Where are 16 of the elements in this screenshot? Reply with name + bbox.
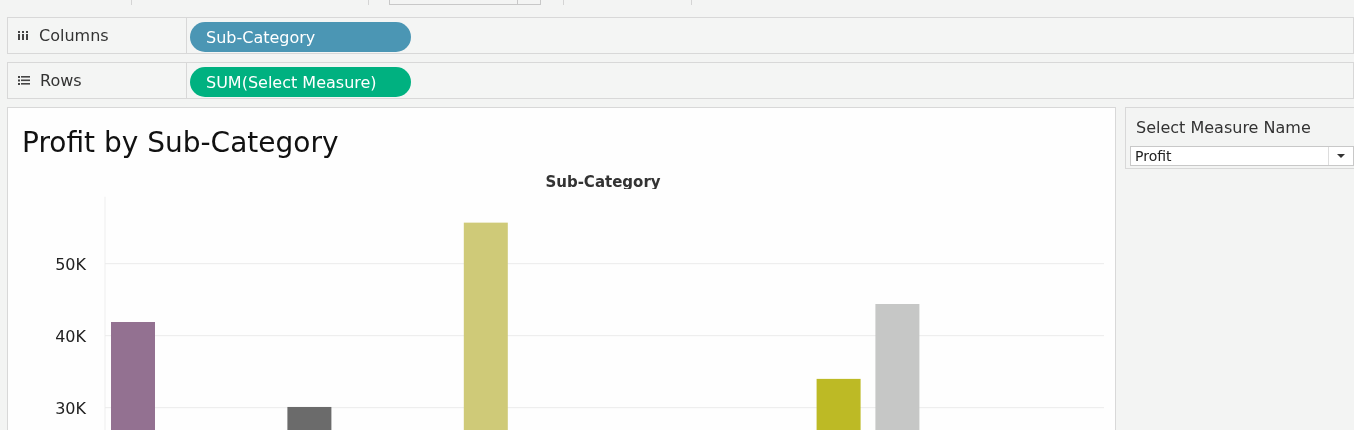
shelf-label: Columns	[39, 26, 109, 45]
axis-tick-label: 50K	[55, 254, 86, 274]
axis-tick-label: 40K	[55, 326, 86, 346]
field-pill[interactable]: SUM(Select Measure)	[190, 67, 411, 97]
shelf-label: Rows	[40, 71, 82, 90]
bar	[816, 378, 861, 430]
field-pill[interactable]: Sub-Category	[190, 22, 411, 52]
axis-tick-label: 30K	[55, 398, 86, 418]
axis-title: Sub-Category	[545, 173, 661, 191]
bar	[287, 406, 332, 430]
rows-icon	[18, 76, 30, 85]
worksheet-title: Profit by Sub-Category	[21, 125, 340, 161]
measure-dropdown[interactable]: Profit	[1130, 146, 1354, 166]
parameter-title: Select Measure Name	[1135, 118, 1312, 137]
caret-icon	[1337, 154, 1345, 158]
columns-icon	[18, 31, 29, 40]
